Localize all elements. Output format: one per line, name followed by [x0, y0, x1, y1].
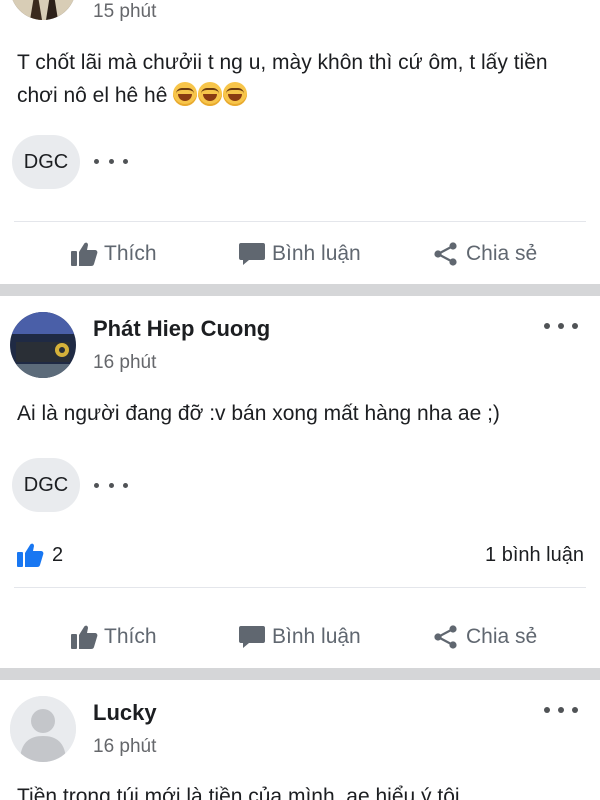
default-avatar-icon	[10, 696, 76, 762]
chip-more-icon[interactable]	[94, 156, 128, 166]
post-3: Lucky 16 phút Tiền trong túi mới là tiền…	[0, 680, 600, 800]
avatar-photo-icon	[10, 312, 76, 378]
more-options-icon[interactable]	[544, 703, 578, 717]
avatar-photo-icon	[10, 0, 76, 20]
like-button[interactable]: Thích	[70, 605, 157, 669]
share-icon	[434, 625, 457, 649]
chip-more-icon[interactable]	[94, 480, 128, 490]
post-time[interactable]: 16 phút	[93, 352, 156, 374]
comment-count[interactable]: 1 bình luận	[485, 544, 584, 567]
post-text: T chốt lãi mà chưởii t ng u, mày khôn th…	[17, 46, 580, 112]
like-button[interactable]: Thích	[70, 222, 157, 286]
share-button[interactable]: Chia sẻ	[432, 222, 537, 286]
reaction-summary: 2 1 bình luận	[0, 538, 600, 578]
post-separator	[0, 668, 600, 680]
author-name[interactable]: Phát Hiep Cuong	[93, 316, 270, 342]
like-label: Thích	[104, 242, 157, 265]
comment-button[interactable]: Bình luận	[238, 222, 361, 286]
like-count-value: 2	[52, 543, 64, 566]
rofl-emoji-icon	[198, 82, 223, 106]
like-label: Thích	[104, 625, 157, 648]
post-2: Phát Hiep Cuong 16 phút Ai là người đang…	[0, 296, 600, 666]
rofl-emoji-icon	[173, 82, 198, 106]
share-label: Chia sẻ	[466, 242, 538, 265]
tag-chip[interactable]: DGC	[12, 135, 80, 189]
comment-button[interactable]: Bình luận	[238, 605, 361, 669]
tag-chip[interactable]: DGC	[12, 458, 80, 512]
author-avatar[interactable]	[10, 696, 76, 762]
rofl-emoji-icon	[223, 82, 248, 106]
comment-bubble-icon	[239, 243, 265, 265]
share-icon	[434, 242, 457, 266]
thumbs-up-icon	[17, 543, 44, 567]
post-actions: Thích Bình luận Chia sẻ	[0, 222, 600, 286]
post-text: Ai là người đang đỡ :v bán xong mất hàng…	[17, 402, 500, 425]
comment-label: Bình luận	[272, 625, 361, 648]
like-count[interactable]: 2	[16, 542, 63, 568]
author-avatar[interactable]	[10, 0, 76, 20]
share-label: Chia sẻ	[466, 625, 538, 648]
author-avatar[interactable]	[10, 312, 76, 378]
share-button[interactable]: Chia sẻ	[432, 605, 537, 669]
more-options-icon[interactable]	[544, 319, 578, 333]
post-1: 15 phút T chốt lãi mà chưởii t ng u, mày…	[0, 0, 600, 282]
post-time[interactable]: 15 phút	[93, 1, 156, 23]
post-time[interactable]: 16 phút	[93, 736, 156, 758]
post-text-content: T chốt lãi mà chưởii t ng u, mày khôn th…	[17, 51, 548, 107]
post-separator	[0, 284, 600, 296]
divider	[14, 587, 586, 588]
comment-bubble-icon	[239, 626, 265, 648]
thumbs-up-icon	[71, 242, 98, 266]
post-actions: Thích Bình luận Chia sẻ	[0, 605, 600, 669]
author-name[interactable]: Lucky	[93, 700, 157, 726]
comment-label: Bình luận	[272, 242, 361, 265]
post-text: Tiền trong túi mới là tiền của mình, ae …	[17, 785, 460, 800]
thumbs-up-icon	[71, 625, 98, 649]
